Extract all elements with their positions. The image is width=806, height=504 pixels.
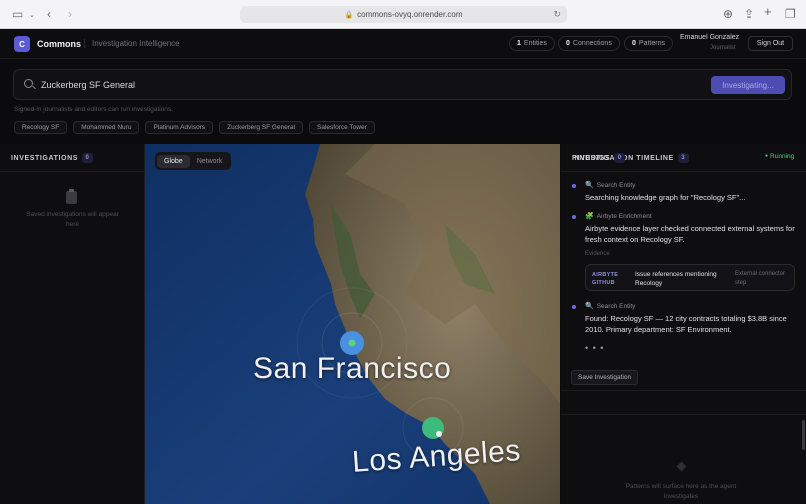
user-name: Emanuel Gonzalez xyxy=(680,34,740,41)
timeline-dot xyxy=(572,215,576,219)
tab-network[interactable]: Network xyxy=(190,155,230,168)
event-text: Searching knowledge graph for "Recology … xyxy=(585,193,746,202)
event-text: Found: Recology SF — 12 city contracts t… xyxy=(585,314,787,334)
event-kind: Search Entity xyxy=(596,303,636,310)
timeline-dot xyxy=(572,305,576,309)
sf-marker-center xyxy=(348,339,356,347)
investigations-panel: INVESTIGATIONS 0 Saved investigations wil… xyxy=(0,144,145,504)
tabs-overview-icon[interactable]: ❐ xyxy=(785,8,796,20)
share-icon[interactable]: ⇪ xyxy=(744,8,754,20)
evidence-context: External connector step xyxy=(735,271,786,286)
browser-chrome: ▭ ⌄ ‹ › 🔒 commons-ovyq.onrender.com ↻ ⊕ … xyxy=(0,0,806,29)
evidence-card[interactable]: AIRBYTE GITHUB Issue references mentionin… xyxy=(585,264,795,291)
evidence-label: Evidence xyxy=(585,251,610,257)
user-role: Journalist xyxy=(710,45,736,51)
view-toggle: Globe Network xyxy=(155,152,232,170)
stat-patterns: 0 Patterns xyxy=(624,36,673,51)
event-text: Airbyte evidence layer checked connected… xyxy=(585,224,795,244)
typing-indicator: • • • xyxy=(585,343,605,353)
investigations-count: 0 xyxy=(82,153,93,163)
divider xyxy=(561,171,806,172)
findings-count: 0 xyxy=(614,153,626,163)
address-bar[interactable]: 🔒 commons-ovyq.onrender.com ↻ xyxy=(240,6,567,23)
findings-empty-text: Patterns will surface here as the agent … xyxy=(625,483,737,500)
url-text: commons-ovyq.onrender.com xyxy=(357,10,463,19)
suggestion-chip[interactable]: Mohammed Nuru xyxy=(73,121,140,134)
new-tab-icon[interactable]: + xyxy=(764,5,772,18)
investigations-empty-text: Saved investigations will appear here xyxy=(26,211,119,228)
diamond-icon xyxy=(676,461,687,472)
magnifier-icon: 🔍 xyxy=(585,303,594,310)
timeline-count: 3 xyxy=(677,153,689,163)
divider xyxy=(0,171,145,172)
permission-note: Signed-in journalists and editors can ru… xyxy=(14,106,173,113)
search-icon xyxy=(24,79,33,88)
app-header: C Commons Investigation Intelligence 1 En… xyxy=(0,29,806,59)
sidebar-toggle-icon[interactable]: ▭ xyxy=(12,8,23,20)
investigate-button[interactable]: Investigating... xyxy=(711,76,785,94)
divider xyxy=(561,414,806,415)
stat-entities: 1 Entities xyxy=(509,36,555,51)
app-subtitle: Investigation Intelligence xyxy=(84,39,180,48)
brand-name: Commons xyxy=(37,39,82,49)
puzzle-icon: 🧩 xyxy=(585,213,594,220)
app-logo[interactable]: C xyxy=(14,36,30,52)
status-badge: Running xyxy=(765,153,794,160)
magnifier-icon: 🔍 xyxy=(585,182,594,189)
map-label-sf: San Francisco xyxy=(253,352,452,385)
investigations-title: INVESTIGATIONS 0 xyxy=(11,153,93,163)
evidence-title: Issue references mentioning Recology xyxy=(635,271,717,287)
la-marker-center xyxy=(436,431,442,437)
suggestion-chip[interactable]: Platinum Advisors xyxy=(145,121,214,134)
search-input[interactable]: Zuckerberg SF General xyxy=(41,80,135,90)
download-icon[interactable]: ⊕ xyxy=(723,8,733,20)
clipboard-icon xyxy=(66,189,77,204)
save-investigation-button[interactable]: Save Investigation xyxy=(571,370,639,385)
divider xyxy=(561,390,806,391)
suggestion-chip[interactable]: Recology SF xyxy=(14,121,68,134)
scrollbar[interactable] xyxy=(802,420,805,450)
chevron-down-icon[interactable]: ⌄ xyxy=(29,10,35,22)
timeline-dot xyxy=(572,184,576,188)
evidence-source: AIRBYTE GITHUB xyxy=(592,272,619,286)
lock-icon: 🔒 xyxy=(344,11,354,19)
stat-connections: 0 Connections xyxy=(558,36,620,51)
tab-globe[interactable]: Globe xyxy=(157,154,190,168)
suggestion-chip[interactable]: Salesforce Tower xyxy=(309,121,375,134)
findings-title: FINDINGS 0 xyxy=(572,153,626,163)
event-kind: Airbyte Enrichment xyxy=(596,213,652,220)
search-bar[interactable]: Zuckerberg SF General Investigating... xyxy=(13,69,792,100)
forward-icon[interactable]: › xyxy=(68,8,72,20)
sign-out-button[interactable]: Sign Out xyxy=(748,36,793,51)
reload-icon[interactable]: ↻ xyxy=(553,9,561,20)
event-kind: Search Entity xyxy=(596,182,636,189)
globe-map[interactable]: Globe Network San Francisco Los Angeles xyxy=(145,144,560,504)
suggestion-chips: Recology SF Mohammed Nuru Platinum Advis… xyxy=(14,121,375,134)
back-icon[interactable]: ‹ xyxy=(47,8,51,20)
timeline-panel: INVESTIGATION TIMELINE3 Running 🔍Search … xyxy=(561,144,806,504)
suggestion-chip[interactable]: Zuckerberg SF General xyxy=(219,121,304,134)
